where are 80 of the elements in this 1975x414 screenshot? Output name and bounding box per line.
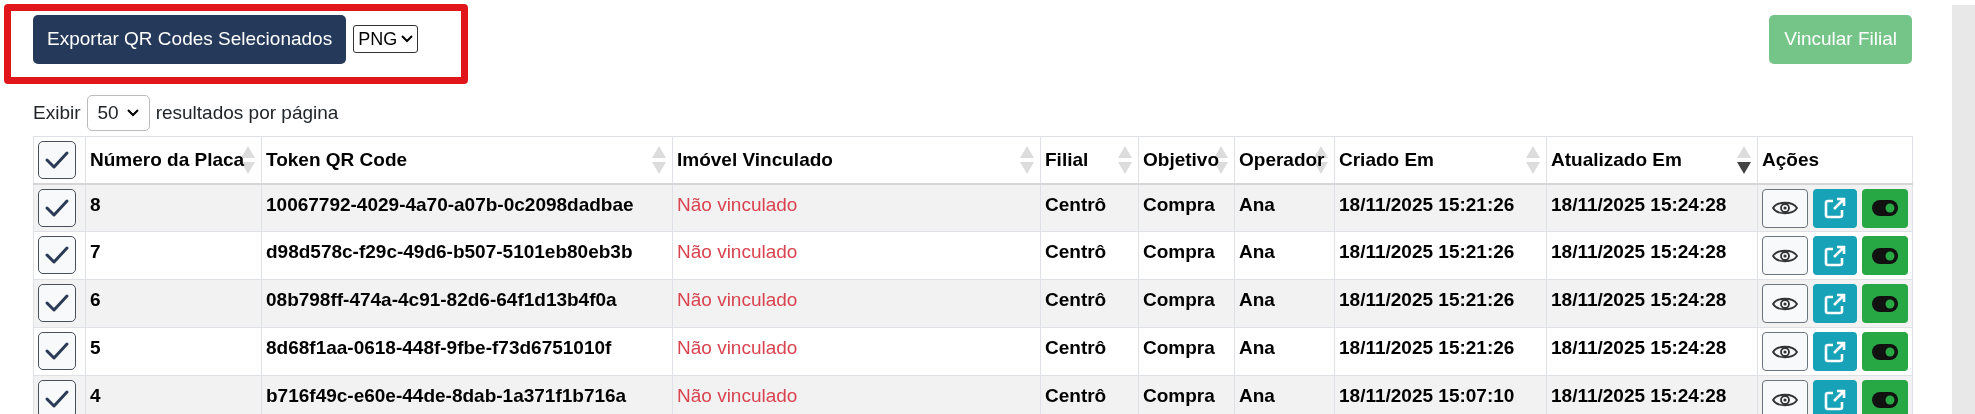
table-cell: 18/11/2025 15:24:28 <box>1546 327 1758 376</box>
toggle-button[interactable] <box>1861 236 1908 275</box>
column-header[interactable]: Criado Em <box>1334 136 1547 184</box>
table-cell: Ana <box>1234 231 1335 280</box>
checkbox[interactable] <box>38 284 76 322</box>
table-cell: Ana <box>1234 327 1335 376</box>
table-cell: 18/11/2025 15:24:28 <box>1546 183 1758 232</box>
toggle-button[interactable] <box>1861 380 1908 414</box>
toggle-icon <box>1871 295 1898 312</box>
table-cell: 5 <box>85 327 262 376</box>
table-cell: Ana <box>1234 183 1335 232</box>
toggle-button[interactable] <box>1861 188 1908 228</box>
column-header[interactable]: Token QR Code <box>261 136 673 184</box>
table-cell: Não vinculado <box>672 183 1041 232</box>
table-cell: Compra <box>1138 327 1235 376</box>
table-cell: Não vinculado <box>672 327 1041 376</box>
view-button[interactable] <box>1762 332 1809 371</box>
view-button[interactable] <box>1762 284 1809 323</box>
toggle-button[interactable] <box>1861 284 1908 323</box>
table-cell: 18/11/2025 15:21:26 <box>1334 279 1547 328</box>
external-link-icon <box>1824 197 1846 219</box>
page-size-select[interactable]: 50 <box>86 95 150 131</box>
table-cell: d98d578c-f29c-49d6-b507-5101eb80eb3b <box>261 231 673 280</box>
eye-icon <box>1772 199 1799 217</box>
table-cell: 7 <box>85 231 262 280</box>
toggle-icon <box>1871 391 1898 408</box>
sort-icon[interactable] <box>1737 146 1751 174</box>
results-per-page-label: resultados por página <box>155 100 339 125</box>
table-cell: Compra <box>1138 231 1235 280</box>
column-header[interactable]: Número da Placa <box>85 136 262 184</box>
toggle-icon <box>1871 247 1898 264</box>
column-header[interactable]: Ações <box>1757 136 1913 184</box>
view-button[interactable] <box>1762 380 1809 414</box>
toggle-button[interactable] <box>1861 332 1908 371</box>
table-cell: 8 <box>85 183 262 232</box>
table-cell: Centrô <box>1040 183 1139 232</box>
show-label: Exibir <box>33 100 81 125</box>
external-link-icon <box>1824 292 1846 315</box>
checkbox[interactable] <box>38 380 76 414</box>
checkbox[interactable] <box>38 188 76 227</box>
format-select[interactable]: PNG <box>353 25 419 53</box>
column-header[interactable]: Atualizado Em <box>1546 136 1758 184</box>
column-header[interactable]: Operador <box>1234 136 1335 184</box>
checkbox[interactable] <box>38 140 76 179</box>
view-button[interactable] <box>1762 236 1809 275</box>
column-header[interactable]: Objetivo <box>1138 136 1235 184</box>
toggle-icon <box>1871 343 1898 360</box>
column-header[interactable]: Filial <box>1040 136 1139 184</box>
table-cell: Não vinculado <box>672 231 1041 280</box>
table-cell: 18/11/2025 15:21:26 <box>1334 327 1547 376</box>
checkmark-icon <box>44 244 70 266</box>
table-cell: Não vinculado <box>672 279 1041 328</box>
checkmark-icon <box>44 340 70 362</box>
external-link-icon <box>1824 244 1846 267</box>
table-cell: 08b798ff-474a-4c91-82d6-64f1d13b4f0a <box>261 279 673 328</box>
toggle-icon <box>1871 200 1898 216</box>
external-link-icon <box>1824 340 1846 363</box>
table-cell: Compra <box>1138 279 1235 328</box>
table-cell: Compra <box>1138 183 1235 232</box>
table-cell: 6 <box>85 279 262 328</box>
table-cell: Ana <box>1234 279 1335 328</box>
table-cell: Centrô <box>1040 279 1139 328</box>
table-cell: 18/11/2025 15:24:28 <box>1546 279 1758 328</box>
table-cell: 10067792-4029-4a70-a07b-0c2098dadbae <box>261 183 673 232</box>
checkbox[interactable] <box>38 236 76 274</box>
checkmark-icon <box>44 292 70 314</box>
table-cell: 18/11/2025 15:21:26 <box>1334 183 1547 232</box>
external-link-icon <box>1824 388 1846 411</box>
export-button[interactable]: Exportar QR Codes Selecionados <box>33 14 347 64</box>
column-header[interactable]: Imóvel Vinculado <box>672 136 1041 184</box>
table-cell: 18/11/2025 15:24:28 <box>1546 231 1758 280</box>
checkbox[interactable] <box>38 332 76 370</box>
table-cell: 18/11/2025 15:21:26 <box>1334 231 1547 280</box>
table-cell: Centrô <box>1040 327 1139 376</box>
table-cell: Centrô <box>1040 231 1139 280</box>
table-cell: 8d68f1aa-0618-448f-9fbe-f73d6751010f <box>261 327 673 376</box>
checkmark-icon <box>44 388 70 410</box>
view-button[interactable] <box>1762 188 1809 228</box>
chevron-down-icon <box>401 35 414 43</box>
chevron-down-icon <box>126 109 139 117</box>
